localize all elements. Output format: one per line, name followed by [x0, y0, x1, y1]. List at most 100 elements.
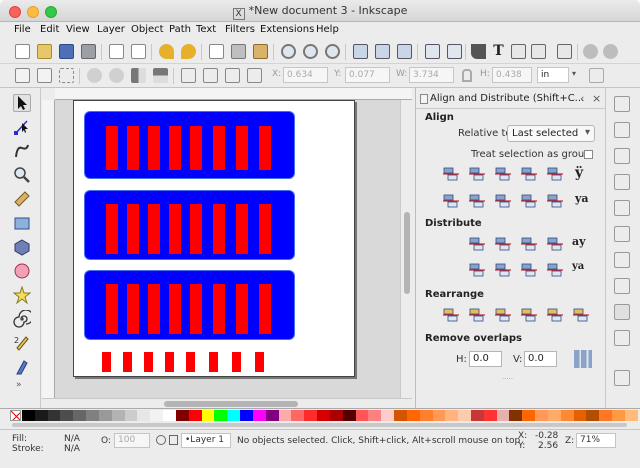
opacity-field[interactable]: 100: [114, 433, 150, 448]
copy-icon[interactable]: [209, 44, 224, 59]
snap-midpoints-icon[interactable]: [614, 330, 630, 346]
align-left-edge-to-right-icon[interactable]: [546, 165, 564, 183]
red-bar[interactable]: [190, 284, 202, 334]
color-swatch[interactable]: [368, 410, 382, 421]
raise-icon[interactable]: [203, 68, 218, 83]
vertical-scrollbar[interactable]: [400, 100, 412, 400]
snap-smooth-nodes-icon[interactable]: [614, 304, 630, 320]
distribute-bottom-edges-icon[interactable]: [520, 261, 538, 279]
color-swatch[interactable]: [265, 410, 279, 421]
red-bar[interactable]: [165, 352, 174, 372]
color-swatch[interactable]: [381, 410, 395, 421]
document-properties-icon[interactable]: [603, 44, 618, 59]
unclump-icon[interactable]: [442, 306, 460, 324]
menu-edit[interactable]: Edit: [40, 24, 59, 35]
color-swatch[interactable]: [175, 410, 189, 421]
red-bar[interactable]: [127, 126, 139, 170]
menu-object[interactable]: Object: [131, 24, 164, 35]
align-top-edge-to-bottom-icon[interactable]: [546, 192, 564, 210]
flip-horizontal-icon[interactable]: [131, 68, 146, 83]
raise-to-top-icon[interactable]: [181, 68, 196, 83]
color-swatch[interactable]: [86, 410, 99, 421]
snap-paths-icon[interactable]: [614, 226, 630, 242]
color-swatch[interactable]: [34, 410, 48, 421]
palette-scrollbar-thumb[interactable]: [12, 423, 627, 427]
3d-box-tool-icon[interactable]: [13, 238, 31, 256]
lower-to-bottom-icon[interactable]: [247, 68, 262, 83]
preferences-icon[interactable]: [583, 44, 598, 59]
color-swatch[interactable]: [22, 410, 35, 421]
color-swatch[interactable]: [137, 410, 151, 421]
close-dialog-icon[interactable]: ×: [592, 92, 601, 105]
stroke-value[interactable]: N/A: [64, 444, 80, 454]
rotate-cw-icon[interactable]: [109, 68, 124, 83]
w-field[interactable]: 3.734: [409, 67, 454, 83]
distribute-baselines-horizontal-icon[interactable]: ay: [572, 235, 590, 253]
undo-icon[interactable]: [159, 44, 174, 59]
objects-icon[interactable]: [531, 44, 546, 59]
drawing-canvas[interactable]: [55, 100, 400, 400]
color-swatch[interactable]: [124, 410, 138, 421]
measure-tool-icon[interactable]: [13, 190, 31, 208]
color-swatch[interactable]: [214, 410, 228, 421]
duplicate-icon[interactable]: [353, 44, 368, 59]
red-bar[interactable]: [106, 204, 118, 254]
red-bar[interactable]: [148, 126, 160, 170]
unit-select[interactable]: in: [537, 67, 569, 83]
fill-stroke-icon[interactable]: [471, 44, 486, 59]
ungroup-icon[interactable]: [447, 44, 462, 59]
color-swatch[interactable]: [111, 410, 125, 421]
zoom-drawing-icon[interactable]: [303, 44, 318, 59]
menu-layer[interactable]: Layer: [97, 24, 125, 35]
snap-nodes-icon[interactable]: [614, 200, 630, 216]
color-swatch[interactable]: [509, 410, 523, 421]
y-field[interactable]: 0.077: [345, 67, 390, 83]
red-bar[interactable]: [190, 204, 202, 254]
remove-overlaps-icon[interactable]: [574, 350, 592, 368]
layer-select[interactable]: •Layer 1: [181, 433, 231, 448]
color-swatch[interactable]: [624, 410, 638, 421]
red-bar[interactable]: [106, 126, 118, 170]
red-bar[interactable]: [169, 284, 181, 334]
lock-proportions-icon[interactable]: [462, 69, 472, 82]
color-swatch[interactable]: [317, 410, 330, 421]
color-swatch[interactable]: [201, 410, 215, 421]
new-document-icon[interactable]: [15, 44, 30, 59]
red-bar[interactable]: [259, 204, 271, 254]
red-bar[interactable]: [259, 126, 271, 170]
snap-toggle-icon[interactable]: [614, 96, 630, 112]
distribute-top-edges-icon[interactable]: [468, 261, 486, 279]
rearrange-graph-icon[interactable]: [572, 306, 590, 324]
overlap-h-field[interactable]: 0.0: [469, 351, 502, 367]
color-swatch[interactable]: [304, 410, 318, 421]
lower-icon[interactable]: [225, 68, 240, 83]
color-swatch[interactable]: [458, 410, 471, 421]
visibility-eye-icon[interactable]: [156, 435, 166, 445]
center-on-horizontal-axis-icon[interactable]: [494, 192, 512, 210]
color-swatch[interactable]: [432, 410, 446, 421]
red-bar[interactable]: [255, 352, 264, 372]
color-swatch[interactable]: [329, 410, 343, 421]
exchange-random-icon[interactable]: [494, 306, 512, 324]
import-icon[interactable]: [109, 44, 124, 59]
color-swatch[interactable]: [252, 410, 266, 421]
red-bar[interactable]: [259, 284, 271, 334]
red-bar[interactable]: [123, 352, 132, 372]
color-swatch[interactable]: [278, 410, 292, 421]
color-swatch[interactable]: [227, 410, 241, 421]
red-bar[interactable]: [232, 352, 241, 372]
menu-path[interactable]: Path: [169, 24, 191, 35]
snap-bbox-corner-icon[interactable]: [614, 174, 630, 190]
tweak-tool-icon[interactable]: [13, 142, 31, 160]
red-bar[interactable]: [236, 126, 248, 170]
treat-as-group-checkbox[interactable]: [584, 150, 593, 159]
menu-extensions[interactable]: Extensions: [260, 24, 314, 35]
no-paint-swatch[interactable]: [10, 410, 21, 421]
red-bar[interactable]: [144, 352, 153, 372]
horizontal-ruler[interactable]: [55, 88, 412, 100]
horizontal-scrollbar[interactable]: [42, 398, 412, 408]
align-right-edges-icon[interactable]: [520, 165, 538, 183]
snap-cusp-nodes-icon[interactable]: [614, 278, 630, 294]
unlink-clone-icon[interactable]: [397, 44, 412, 59]
xml-editor-icon[interactable]: [511, 44, 526, 59]
